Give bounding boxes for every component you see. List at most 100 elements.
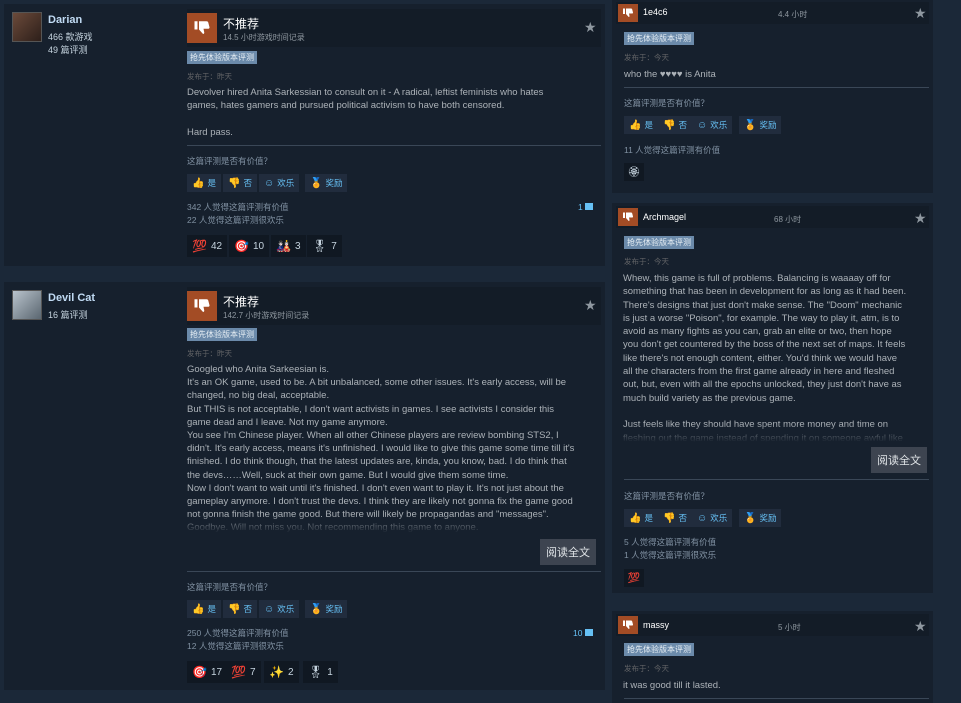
award-icon: 🏵 — [627, 166, 641, 178]
divider — [624, 698, 929, 699]
vote-no-button[interactable]: 👎 否 — [223, 174, 257, 192]
star-icon[interactable]: ★ — [914, 618, 927, 635]
award-badge[interactable]: 🎖 7 — [307, 235, 342, 257]
vote-yes-button[interactable]: 👍 是 — [624, 116, 658, 134]
thumb-down-icon: 👎 — [228, 177, 241, 189]
vote-yes-button[interactable]: 👍 是 — [187, 600, 221, 618]
vote-no-button[interactable]: 👎 否 — [658, 509, 692, 527]
vote-funny-button[interactable]: ☺ 欢乐 — [692, 509, 733, 527]
vote-funny-button[interactable]: ☺ 欢乐 — [259, 600, 300, 618]
comment-icon — [585, 203, 594, 210]
review-text: Whew, this game is full of problems. Bal… — [623, 273, 907, 442]
early-access-tag: 抢先体验版本评测 — [624, 643, 694, 656]
award-badge[interactable]: 🎯 10 — [229, 235, 270, 257]
username[interactable]: 1e4c6 — [643, 7, 668, 17]
vote-yes-button[interactable]: 👍 是 — [624, 509, 658, 527]
text-fade — [187, 515, 601, 533]
vote-yes-label: 是 — [207, 604, 216, 614]
star-icon[interactable]: ★ — [584, 19, 597, 36]
helpful-count: 342 人觉得这篇评测有价值 — [187, 202, 289, 212]
thumb-down-icon — [187, 13, 217, 43]
helpful-count: 5 人觉得这篇评测有价值 — [624, 537, 717, 547]
username[interactable]: Devil Cat — [48, 292, 95, 304]
verdict-header[interactable]: Archmagel 68 小时 ★ — [616, 206, 929, 228]
review-body: Devolver hired Anita Sarkessian to consu… — [187, 86, 601, 142]
posted-date: 发布于：昨天 — [187, 72, 232, 81]
review-stats: 342 人觉得这篇评测有价值 22 人觉得这篇评测很欢乐 — [187, 201, 289, 226]
vote-no-button[interactable]: 👎 否 — [223, 600, 257, 618]
comment-count[interactable]: 10 — [573, 628, 593, 638]
verdict-header[interactable]: massy 5 小时 ★ — [616, 614, 929, 636]
award-count: 2 — [287, 666, 294, 678]
vote-funny-label: 欢乐 — [277, 604, 295, 614]
award-badge[interactable]: 💯 7 — [226, 661, 261, 683]
username[interactable]: massy — [643, 620, 669, 630]
vote-funny-button[interactable]: ☺ 欢乐 — [692, 116, 733, 134]
star-icon[interactable]: ★ — [584, 297, 597, 314]
text-fade — [623, 424, 933, 442]
helpful-question: 这篇评测是否有价值？ — [624, 491, 710, 501]
award-badge[interactable]: 🏵 — [624, 163, 644, 181]
reviews-count[interactable]: 49 篇评测 — [48, 43, 88, 56]
early-access-tag: 抢先体验版本评测 — [624, 236, 694, 249]
reviews-count[interactable]: 16 篇评测 — [48, 308, 88, 321]
award-icon: 🏅 — [310, 177, 323, 189]
games-owned[interactable]: 466 款游戏 — [48, 30, 93, 43]
thumb-down-icon: 👎 — [663, 119, 676, 131]
star-icon[interactable]: ★ — [914, 210, 927, 227]
thumb-down-icon: 👎 — [663, 512, 676, 524]
star-icon[interactable]: ★ — [914, 5, 927, 22]
review-text: Devolver hired Anita Sarkessian to consu… — [187, 87, 544, 138]
review-body: it was good till it lasted. — [623, 679, 928, 693]
award-icon: 🏅 — [744, 119, 757, 131]
award-badge[interactable]: 💯 — [624, 569, 644, 587]
review-body: Whew, this game is full of problems. Bal… — [623, 272, 933, 442]
avatar[interactable] — [12, 290, 42, 320]
funny-count: 1 人觉得这篇评测很欢乐 — [624, 549, 717, 560]
username[interactable]: Archmagel — [643, 212, 686, 222]
comment-count-value: 1 — [578, 202, 583, 212]
thumb-down-icon — [618, 208, 638, 226]
award-icon: 🎎 — [276, 239, 291, 253]
verdict-header[interactable]: 1e4c6 4.4 小时 ★ — [616, 2, 929, 24]
review-text: who the ♥♥♥♥ is Anita — [624, 69, 716, 80]
thumb-down-icon: 👎 — [228, 603, 241, 615]
divider — [187, 145, 601, 146]
comment-count[interactable]: 1 — [578, 202, 594, 212]
award-icon: 🎯 — [234, 239, 249, 253]
vote-no-button[interactable]: 👎 否 — [658, 116, 692, 134]
username[interactable]: Darian — [48, 14, 82, 26]
vote-yes-button[interactable]: 👍 是 — [187, 174, 221, 192]
award-button[interactable]: 🏅 奖励 — [305, 600, 348, 618]
award-badge[interactable]: 🎎 3 — [271, 235, 306, 257]
verdict-header[interactable]: 不推荐 14.5 小时游戏时间记录 ★ — [187, 9, 601, 47]
read-more-button[interactable]: 阅读全文 — [871, 447, 927, 473]
thumb-up-icon: 👍 — [192, 603, 205, 615]
verdict-header[interactable]: 不推荐 142.7 小时游戏时间记录 ★ — [187, 287, 601, 325]
award-button[interactable]: 🏅 奖励 — [739, 116, 782, 134]
read-more-button[interactable]: 阅读全文 — [540, 539, 596, 565]
review-body: who the ♥♥♥♥ is Anita — [624, 68, 929, 82]
divider — [187, 571, 601, 572]
avatar[interactable] — [12, 12, 42, 42]
vote-funny-button[interactable]: ☺ 欢乐 — [259, 174, 300, 192]
helpful-count: 250 人觉得这篇评测有价值 — [187, 628, 289, 638]
vote-funny-label: 欢乐 — [710, 513, 728, 523]
review-body: Googled who Anita Sarkeesian is. It's an… — [187, 363, 601, 533]
award-button[interactable]: 🏅 奖励 — [305, 174, 348, 192]
award-count: 7 — [249, 666, 256, 678]
award-button[interactable]: 🏅 奖励 — [739, 509, 782, 527]
award-badge[interactable]: ✨ 2 — [264, 661, 299, 683]
vote-no-label: 否 — [243, 178, 252, 188]
hours-played: 142.7 小时游戏时间记录 — [223, 311, 310, 320]
funny-count: 12 人觉得这篇评测很欢乐 — [187, 640, 284, 651]
award-icon: 💯 — [231, 665, 246, 679]
award-icon: 🎯 — [192, 665, 207, 679]
award-badge[interactable]: 💯 42 — [187, 235, 228, 257]
award-label: 奖励 — [759, 513, 777, 523]
hours-played: 4.4 小时 — [778, 10, 808, 19]
award-badge[interactable]: 🎯 17 — [187, 661, 228, 683]
award-badge[interactable]: 🎖 1 — [303, 661, 338, 683]
vote-funny-label: 欢乐 — [710, 120, 728, 130]
review-text: Googled who Anita Sarkeesian is. It's an… — [187, 364, 575, 533]
